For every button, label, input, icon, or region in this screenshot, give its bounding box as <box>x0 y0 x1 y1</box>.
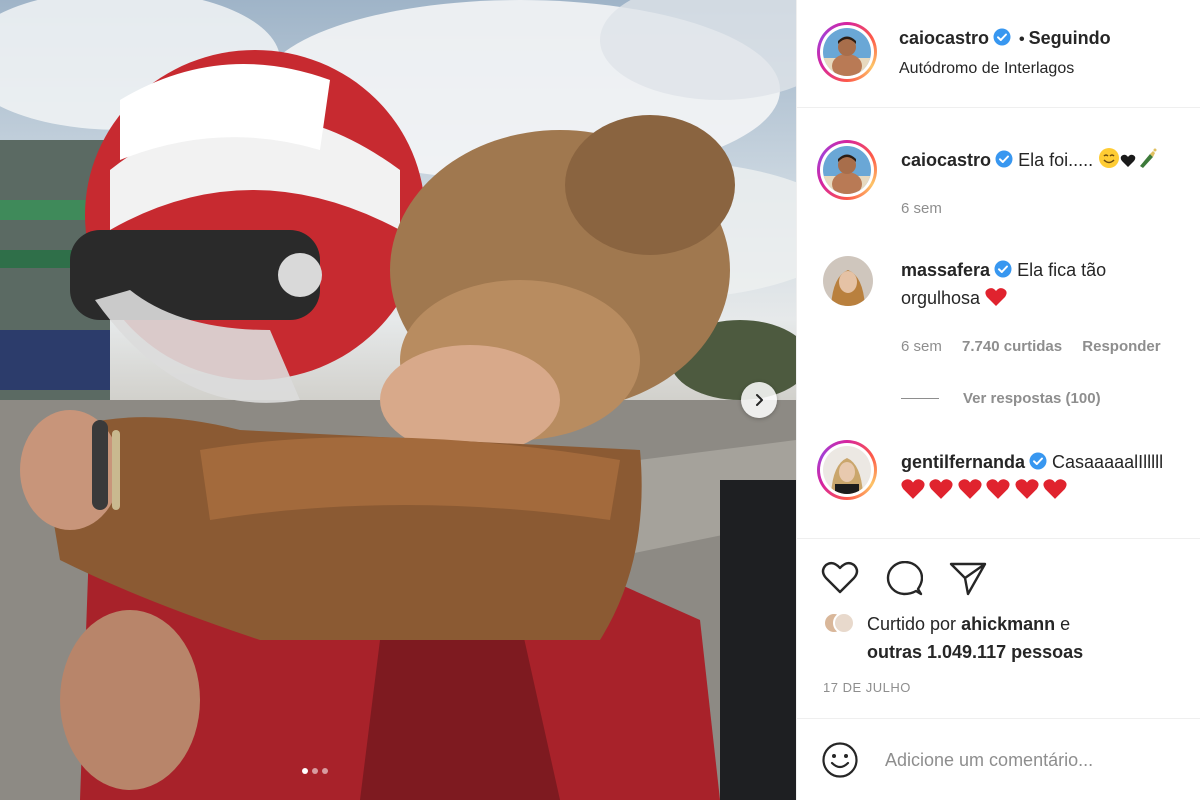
carousel-dots <box>302 768 328 774</box>
comment: massafera Ela fica tão <box>901 256 1106 284</box>
header-username[interactable]: caiocastro <box>899 28 989 48</box>
comment-emoji-line <box>901 478 1067 502</box>
smiling-face-emoji <box>1099 148 1120 168</box>
header-separator: • <box>1019 31 1025 48</box>
comment-input[interactable] <box>885 745 1185 775</box>
carousel-dot-active <box>302 768 308 774</box>
verified-badge-icon <box>1029 452 1047 470</box>
author-avatar[interactable] <box>817 22 877 82</box>
verified-badge-icon <box>994 260 1012 278</box>
carousel-dot <box>322 768 328 774</box>
carousel-dot <box>312 768 318 774</box>
liked-by-others[interactable]: outras 1.049.117 pessoas <box>867 642 1083 662</box>
comment-username[interactable]: caiocastro <box>901 150 991 170</box>
red-heart-emoji <box>986 479 1010 499</box>
avatar-image <box>823 446 871 494</box>
share-icon[interactable] <box>949 561 987 597</box>
emoji-picker-icon[interactable] <box>821 741 859 779</box>
comment-avatar[interactable] <box>823 256 873 306</box>
photo-scene <box>0 0 796 800</box>
liked-by-text: Curtido por ahickmann e outras 1.049.117… <box>867 610 1083 666</box>
liked-by-avatars <box>823 612 857 646</box>
reply-button[interactable]: Responder <box>1082 338 1160 355</box>
caption-comment: caiocastro Ela foi..... <box>901 146 1158 174</box>
post-actions <box>797 538 1200 614</box>
liked-by-connector: e <box>1060 614 1071 634</box>
header-user-line: caiocastro • Seguindo <box>899 28 1111 49</box>
avatar-image <box>823 146 871 194</box>
chevron-right-icon <box>756 394 763 406</box>
view-replies-button[interactable]: Ver respostas (100) <box>963 390 1101 407</box>
comment: gentilfernanda CasaaaaalIlllll <box>901 448 1200 476</box>
post-side-panel: caiocastro • Seguindo Autódromo de Interla… <box>796 0 1200 800</box>
comment-text: Ela foi..... <box>1018 150 1094 170</box>
add-comment-bar <box>797 718 1200 800</box>
liked-by-user[interactable]: ahickmann <box>961 614 1055 634</box>
heart-icon[interactable] <box>821 561 859 595</box>
post-header: caiocastro • Seguindo Autódromo de Interla… <box>797 0 1200 108</box>
comment-meta: 6 sem 7.740 curtidas Responder <box>901 338 1161 355</box>
red-heart-emoji <box>985 288 1007 306</box>
red-heart-emoji <box>1015 479 1039 499</box>
comment-likes[interactable]: 7.740 curtidas <box>962 338 1062 355</box>
replies-divider <box>901 398 939 399</box>
following-button[interactable]: Seguindo <box>1029 28 1111 48</box>
avatar-image <box>823 256 873 306</box>
post-date[interactable]: 17 DE JULHO <box>823 680 911 695</box>
verified-badge-icon <box>993 28 1011 46</box>
comment-icon[interactable] <box>885 561 923 597</box>
comment-text-line1: Ela fica tão <box>1017 260 1107 280</box>
black-heart-emoji <box>1120 154 1136 167</box>
comment-line2: orgulhosa <box>901 284 1007 312</box>
liked-by-prefix: Curtido por <box>867 614 957 634</box>
comment-avatar[interactable] <box>817 440 877 500</box>
comment-text: CasaaaaalIlllll <box>1052 452 1164 472</box>
champagne-emoji <box>1140 148 1157 168</box>
comment-time: 6 sem <box>901 200 942 217</box>
post-location[interactable]: Autódromo de Interlagos <box>899 60 1074 78</box>
avatar-image <box>823 28 871 76</box>
verified-badge-icon <box>995 150 1013 168</box>
carousel-next-button[interactable] <box>741 382 777 418</box>
comment-avatar[interactable] <box>817 140 877 200</box>
red-heart-emoji <box>929 479 954 499</box>
comment-username[interactable]: gentilfernanda <box>901 452 1025 472</box>
red-heart-emoji <box>958 479 982 499</box>
comment-text-line2: orgulhosa <box>901 288 981 308</box>
post-photo[interactable] <box>0 0 796 800</box>
comment-time: 6 sem <box>901 338 942 355</box>
liker-avatar <box>833 612 855 634</box>
red-heart-emoji <box>1043 479 1067 499</box>
red-heart-emoji <box>901 479 925 499</box>
comment-username[interactable]: massafera <box>901 260 990 280</box>
